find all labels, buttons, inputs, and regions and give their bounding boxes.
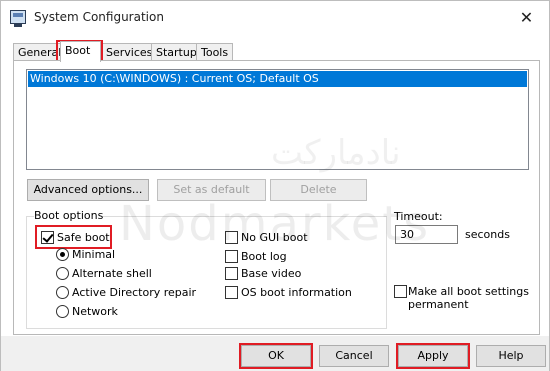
boot-log-checkbox[interactable]	[225, 250, 238, 263]
no-gui-boot-checkbox[interactable]	[225, 231, 238, 244]
make-permanent-label-line1[interactable]: Make all boot settings	[408, 285, 529, 298]
base-video-label[interactable]: Base video	[241, 267, 301, 280]
tab-general[interactable]: General	[13, 43, 67, 61]
boot-options-label: Boot options	[34, 209, 104, 222]
os-list-item[interactable]: Windows 10 (C:\WINDOWS) : Current OS; De…	[28, 71, 527, 87]
cancel-button[interactable]: Cancel	[319, 345, 389, 367]
alternate-shell-radio[interactable]	[56, 267, 69, 280]
timeout-label: Timeout:	[394, 210, 443, 223]
make-permanent-checkbox[interactable]	[394, 285, 407, 298]
os-list[interactable]: Windows 10 (C:\WINDOWS) : Current OS; De…	[26, 69, 529, 170]
advanced-options-button[interactable]: Advanced options...	[27, 179, 149, 201]
base-video-checkbox[interactable]	[225, 267, 238, 280]
ok-button[interactable]: OK	[241, 345, 311, 367]
safe-boot-label[interactable]: Safe boot	[57, 231, 110, 244]
alternate-shell-label[interactable]: Alternate shell	[72, 267, 152, 280]
tab-startup[interactable]: Startup	[151, 43, 202, 61]
make-permanent-label-line2[interactable]: permanent	[408, 298, 469, 311]
dialog-footer: OK Cancel Apply Help	[1, 336, 549, 371]
active-directory-repair-radio[interactable]	[56, 286, 69, 299]
system-configuration-window: System Configuration ✕ General Boot Serv…	[0, 0, 550, 371]
title-bar: System Configuration ✕	[1, 1, 549, 34]
timeout-input[interactable]	[395, 225, 458, 244]
safe-boot-checkbox[interactable]	[41, 231, 54, 244]
close-icon[interactable]: ✕	[504, 1, 549, 34]
minimal-radio[interactable]	[56, 248, 69, 261]
boot-tab-panel: Windows 10 (C:\WINDOWS) : Current OS; De…	[13, 60, 540, 335]
network-radio[interactable]	[56, 305, 69, 318]
os-boot-information-checkbox[interactable]	[225, 286, 238, 299]
delete-button[interactable]: Delete	[270, 179, 367, 201]
tab-boot[interactable]: Boot	[60, 41, 101, 62]
apply-button[interactable]: Apply	[398, 345, 468, 367]
window-title: System Configuration	[34, 10, 164, 24]
msconfig-app-icon	[10, 10, 26, 27]
set-as-default-button[interactable]: Set as default	[157, 179, 266, 201]
boot-log-label[interactable]: Boot log	[241, 250, 287, 263]
timeout-unit-label: seconds	[465, 228, 510, 241]
help-button[interactable]: Help	[476, 345, 546, 367]
tab-services[interactable]: Services	[101, 43, 158, 61]
no-gui-boot-label[interactable]: No GUI boot	[241, 231, 308, 244]
minimal-label[interactable]: Minimal	[72, 248, 115, 261]
os-boot-information-label[interactable]: OS boot information	[241, 286, 352, 299]
active-directory-repair-label[interactable]: Active Directory repair	[72, 286, 196, 299]
tab-tools[interactable]: Tools	[196, 43, 234, 61]
network-label[interactable]: Network	[72, 305, 118, 318]
